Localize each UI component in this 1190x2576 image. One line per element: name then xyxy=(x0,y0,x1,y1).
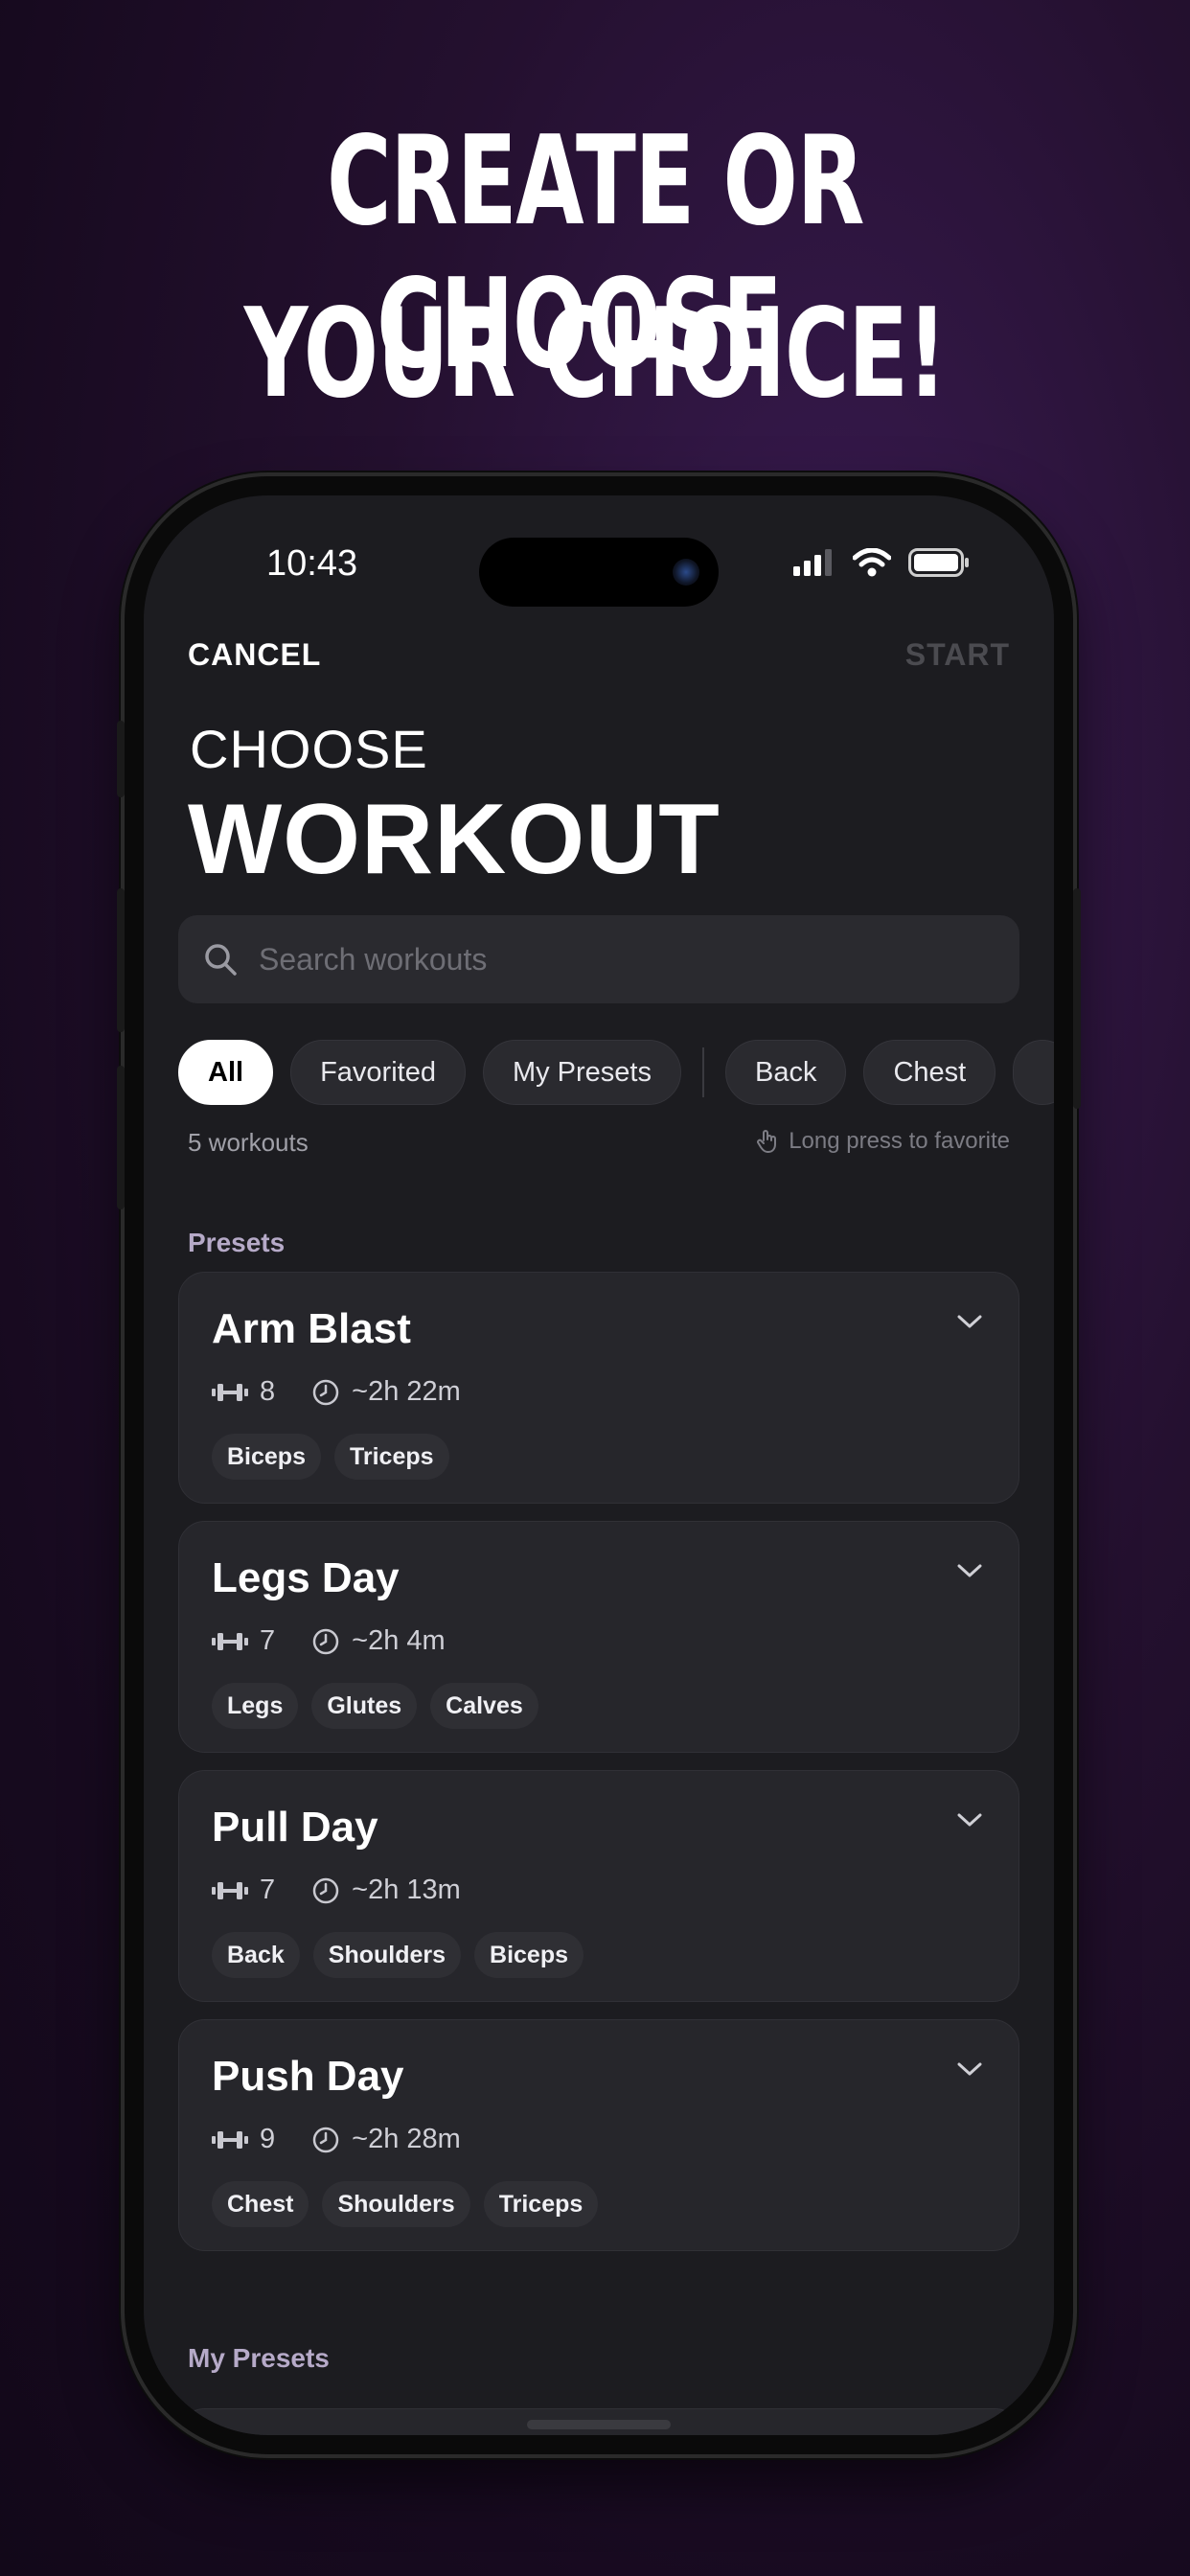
side-button xyxy=(1073,888,1081,1109)
filter-chips: All Favorited My Presets Back Chest xyxy=(178,1040,1054,1105)
workout-meta: 8 ~2h 22m xyxy=(212,1376,461,1408)
workout-meta: 7 ~2h 4m xyxy=(212,1625,446,1657)
muscle-tag: Biceps xyxy=(474,1932,584,1978)
promo-headline-line2: YOUR CHOICE! xyxy=(243,283,948,426)
chevron-down-icon[interactable] xyxy=(953,1305,986,1338)
workout-duration: ~2h 28m xyxy=(352,2124,461,2154)
muscle-tags: Biceps Triceps xyxy=(212,1434,449,1480)
workout-duration: ~2h 13m xyxy=(352,1874,461,1905)
filter-chip-favorited[interactable]: Favorited xyxy=(290,1040,466,1105)
dumbbell-icon xyxy=(212,1632,248,1650)
camera-icon xyxy=(673,559,699,586)
dynamic-island xyxy=(479,538,719,607)
muscle-tag: Shoulders xyxy=(312,1932,462,1978)
exercise-count: 9 xyxy=(260,2124,276,2154)
muscle-tag: Glutes xyxy=(311,1683,418,1729)
workout-duration: ~2h 22m xyxy=(352,1376,461,1407)
clock-icon xyxy=(312,1379,339,1405)
muscle-tags: Chest Shoulders Triceps xyxy=(212,2181,599,2227)
status-time: 10:43 xyxy=(266,543,358,584)
filter-chip-back[interactable]: Back xyxy=(724,1040,847,1105)
muscle-tag: Back xyxy=(212,1932,300,1978)
workout-title: Pull Day xyxy=(212,1804,378,1851)
muscle-tags: Legs Glutes Calves xyxy=(212,1683,538,1729)
workout-title: Push Day xyxy=(212,2053,404,2100)
muscle-tag: Legs xyxy=(212,1683,299,1729)
chip-divider xyxy=(701,1047,704,1097)
filter-chip-my-presets[interactable]: My Presets xyxy=(482,1040,681,1105)
workout-title: Arm Blast xyxy=(212,1305,411,1352)
dumbbell-icon xyxy=(212,2130,248,2149)
status-icons xyxy=(793,548,970,577)
chevron-down-icon[interactable] xyxy=(953,1804,986,1836)
muscle-tag: Biceps xyxy=(212,1434,321,1480)
search-icon xyxy=(205,944,237,976)
workout-card-arm-blast[interactable]: Arm Blast 8 ~2h 22m Biceps Triceps xyxy=(178,1272,1019,1504)
home-indicator[interactable] xyxy=(527,2420,671,2429)
workout-meta: 7 ~2h 13m xyxy=(212,1874,461,1906)
clock-icon xyxy=(312,1628,339,1654)
clock-icon xyxy=(312,2127,339,2152)
filter-chip-more[interactable] xyxy=(1013,1040,1054,1105)
muscle-tag: Shoulders xyxy=(322,2181,470,2227)
workout-meta: 9 ~2h 28m xyxy=(212,2124,461,2155)
dumbbell-icon xyxy=(212,1383,248,1401)
workout-duration: ~2h 4m xyxy=(352,1625,446,1656)
phone-frame: 10:43 CANCEL START CHOOSE WORKOUT Search… xyxy=(117,476,1081,2454)
chevron-down-icon[interactable] xyxy=(953,1554,986,1587)
muscle-tag: Calves xyxy=(430,1683,538,1729)
section-title-presets: Presets xyxy=(188,1228,286,1257)
workout-title: Legs Day xyxy=(212,1554,400,1601)
signal-icon xyxy=(793,549,832,576)
exercise-count: 7 xyxy=(260,1874,276,1905)
app-screen: 10:43 CANCEL START CHOOSE WORKOUT Search… xyxy=(144,495,1054,2435)
section-title-my-presets: My Presets xyxy=(188,2343,330,2373)
favorite-hint: Long press to favorite xyxy=(756,1128,1010,1155)
clock-icon xyxy=(312,1877,339,1903)
start-button[interactable]: START xyxy=(905,637,1010,673)
battery-icon xyxy=(908,548,969,577)
volume-up-button xyxy=(117,888,125,1032)
cancel-button[interactable]: CANCEL xyxy=(188,637,321,673)
exercise-count: 7 xyxy=(260,1625,276,1656)
muscle-tag: Triceps xyxy=(333,1434,449,1480)
search-bar[interactable] xyxy=(178,915,1019,1003)
page-eyebrow: CHOOSE xyxy=(190,719,428,779)
search-input[interactable] xyxy=(257,940,931,978)
chevron-down-icon[interactable] xyxy=(953,2053,986,2085)
favorite-hint-text: Long press to favorite xyxy=(789,1128,1010,1154)
muscle-tag: Triceps xyxy=(483,2181,599,2227)
workout-card-push-day[interactable]: Push Day 9 ~2h 28m Chest Shoulders Trice… xyxy=(178,2019,1019,2251)
filter-chip-all[interactable]: All xyxy=(178,1040,274,1105)
workout-count: 5 workouts xyxy=(188,1128,309,1157)
hand-tap-icon xyxy=(757,1130,777,1153)
volume-down-button xyxy=(117,1066,125,1209)
wifi-icon xyxy=(853,548,891,577)
page-title: WORKOUT xyxy=(188,784,721,895)
muscle-tag: Chest xyxy=(212,2181,309,2227)
workout-card-pull-day[interactable]: Pull Day 7 ~2h 13m Back Shoulders Biceps xyxy=(178,1770,1019,2002)
workout-card-legs-day[interactable]: Legs Day 7 ~2h 4m Legs Glutes Calves xyxy=(178,1521,1019,1753)
muscle-tags: Back Shoulders Biceps xyxy=(212,1932,584,1978)
filter-chip-chest[interactable]: Chest xyxy=(863,1040,996,1105)
dumbbell-icon xyxy=(212,1881,248,1899)
exercise-count: 8 xyxy=(260,1376,276,1407)
action-button xyxy=(117,721,125,797)
